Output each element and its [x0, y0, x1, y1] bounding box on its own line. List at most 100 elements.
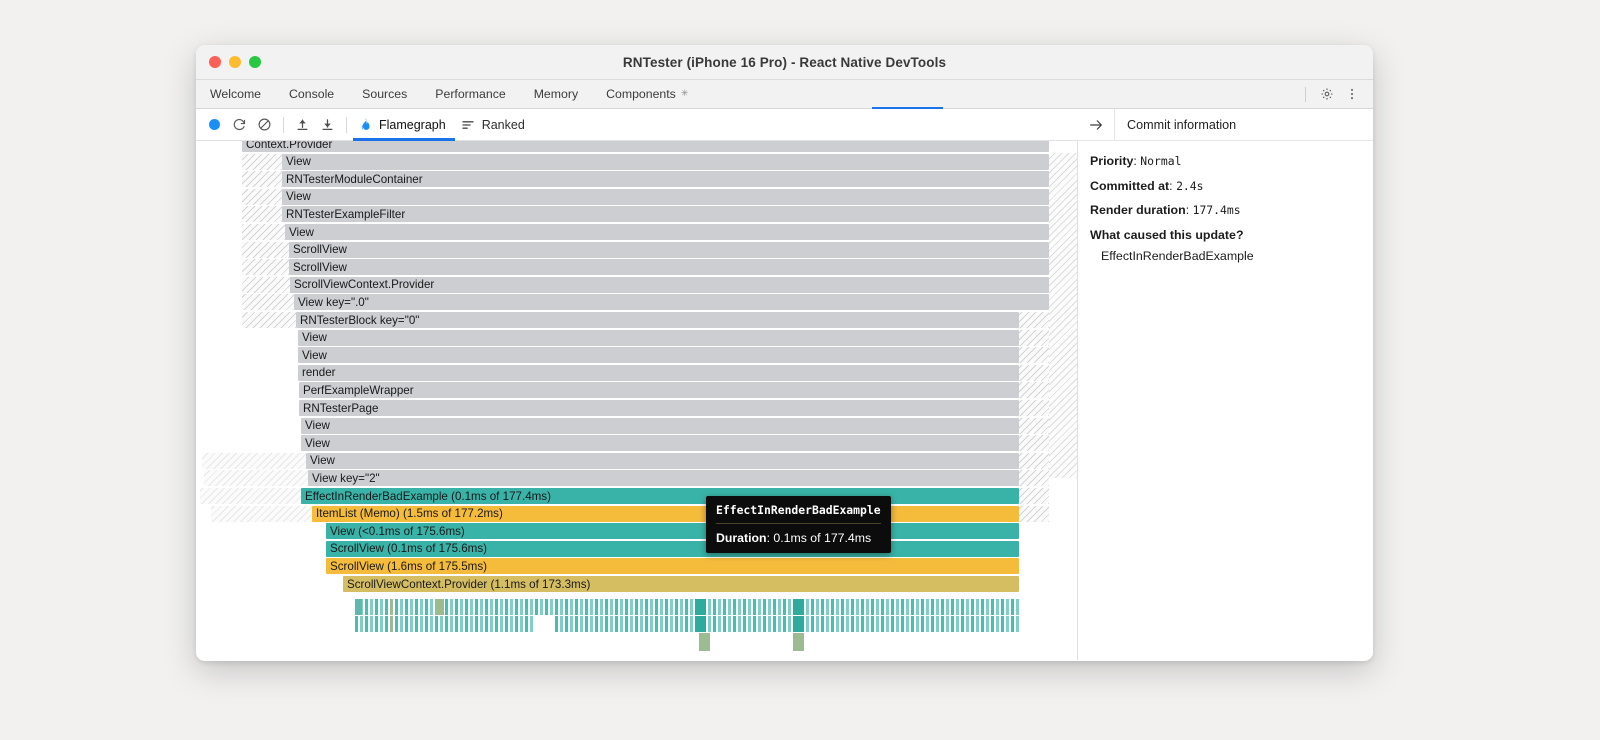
flamegraph-stripe-bar[interactable] [515, 616, 518, 632]
flamegraph-stripe-bar[interactable] [743, 616, 746, 632]
flamegraph-stripe-bar[interactable] [450, 599, 453, 615]
flamegraph-stripe-bar[interactable] [630, 616, 633, 632]
flamegraph-stripe-bar[interactable] [530, 599, 533, 615]
flamegraph-stripe-bar[interactable] [831, 599, 834, 615]
flamegraph-stripe-bar[interactable] [625, 616, 628, 632]
flamegraph-stripe-bar[interactable] [555, 599, 558, 615]
flamegraph-stripe-bar[interactable] [946, 599, 949, 615]
flamegraph-stripe-bar[interactable] [625, 599, 628, 615]
flamegraph-bar[interactable]: PerfExampleWrapper [299, 382, 1019, 399]
flamegraph-stripe-bar[interactable] [891, 599, 894, 615]
flamegraph-stripe-bar[interactable] [675, 616, 678, 632]
flamegraph-stripe-bar[interactable] [699, 633, 710, 651]
flamegraph-stripe-bar[interactable] [600, 616, 603, 632]
flamegraph-stripe-bar[interactable] [650, 616, 653, 632]
flamegraph-stripe-bar[interactable] [1001, 616, 1004, 632]
flamegraph-stripe-bar[interactable] [530, 616, 533, 632]
flamegraph-stripe-bar[interactable] [886, 616, 889, 632]
flamegraph-stripe-bar[interactable] [620, 599, 623, 615]
flamegraph-stripe-bar[interactable] [490, 599, 493, 615]
flamegraph-stripe-bar[interactable] [911, 616, 914, 632]
tab-components[interactable]: Components ✳ [592, 80, 702, 108]
flamegraph-stripe-bar[interactable] [946, 616, 949, 632]
flamegraph-stripe-bar[interactable] [871, 616, 874, 632]
flamegraph-stripe-bar[interactable] [886, 599, 889, 615]
flamegraph-stripe-bar[interactable] [748, 616, 751, 632]
flamegraph-stripe-bar[interactable] [831, 616, 834, 632]
flamegraph-bar[interactable]: View [298, 329, 1019, 346]
flamegraph-stripe-bar[interactable] [450, 616, 453, 632]
update-cause-item[interactable]: EffectInRenderBadExample [1090, 249, 1373, 263]
reload-and-profile-button[interactable] [227, 112, 252, 137]
load-profile-button[interactable] [290, 112, 315, 137]
flamegraph-stripe-bar[interactable] [365, 599, 368, 615]
flamegraph-stripe-bar[interactable] [728, 616, 731, 632]
flamegraph-stripe-bar[interactable] [821, 599, 824, 615]
flamegraph-stripe-bar[interactable] [793, 633, 804, 651]
flamegraph-stripe-bar[interactable] [793, 616, 804, 632]
flamegraph-stripe-bar[interactable] [861, 616, 864, 632]
flamegraph-stripe-bar[interactable] [520, 616, 523, 632]
flamegraph-stripe-bar[interactable] [390, 599, 393, 615]
flamegraph-stripe-bar[interactable] [395, 599, 398, 615]
flamegraph-stripe-bar[interactable] [921, 616, 924, 632]
flamegraph-stripe-bar[interactable] [385, 599, 388, 615]
flamegraph-stripe-bar[interactable] [565, 599, 568, 615]
flamegraph-stripe-bar[interactable] [375, 616, 378, 632]
flamegraph-stripe-bar[interactable] [901, 616, 904, 632]
flamegraph-stripe-bar[interactable] [480, 616, 483, 632]
flamegraph-stripe-bar[interactable] [826, 599, 829, 615]
flamegraph-stripe-bar[interactable] [768, 616, 771, 632]
flamegraph-stripe-bar[interactable] [966, 599, 969, 615]
flamegraph-stripe-bar[interactable] [821, 616, 824, 632]
view-tab-flamegraph[interactable]: Flamegraph [353, 109, 455, 141]
arrow-right-icon[interactable] [1078, 109, 1115, 140]
flamegraph-stripe-bar[interactable] [590, 616, 593, 632]
more-vertical-icon[interactable] [1341, 83, 1363, 105]
flamegraph-stripe-bar[interactable] [728, 599, 731, 615]
flamegraph-stripe-bar[interactable] [380, 599, 383, 615]
flamegraph-bar[interactable]: View [298, 347, 1019, 364]
flamegraph-stripe-bar[interactable] [510, 599, 513, 615]
flamegraph-bar[interactable]: EffectInRenderBadExample (0.1ms of 177.4… [301, 488, 1019, 504]
flamegraph-stripe-bar[interactable] [718, 599, 721, 615]
flamegraph-stripe-bar[interactable] [655, 599, 658, 615]
flamegraph-stripe-bar[interactable] [395, 616, 398, 632]
flamegraph-stripe-bar[interactable] [630, 599, 633, 615]
flamegraph-stripe-bar[interactable] [435, 616, 438, 632]
flamegraph-stripe-bar[interactable] [753, 599, 756, 615]
flamegraph-stripe-bar[interactable] [896, 599, 899, 615]
flamegraph-stripe-bar[interactable] [635, 599, 638, 615]
flamegraph-stripe-bar[interactable] [410, 616, 413, 632]
flamegraph-stripe-bar[interactable] [460, 599, 463, 615]
flamegraph-stripe-bar[interactable] [670, 599, 673, 615]
flamegraph-stripe-bar[interactable] [1001, 599, 1004, 615]
flamegraph-stripe-bar[interactable] [826, 616, 829, 632]
flamegraph-stripe-bar[interactable] [360, 616, 363, 632]
flamegraph-stripe-bar[interactable] [370, 599, 373, 615]
flamegraph-stripe-bar[interactable] [430, 599, 433, 615]
flamegraph-stripe-bar[interactable] [866, 616, 869, 632]
flamegraph-stripe-bar[interactable] [515, 599, 518, 615]
flamegraph-stripe-bar[interactable] [916, 599, 919, 615]
flamegraph-stripe-bar[interactable] [685, 599, 688, 615]
flamegraph-stripe-bar[interactable] [425, 616, 428, 632]
flamegraph-stripe-bar[interactable] [355, 599, 362, 615]
flamegraph-stripe-bar[interactable] [505, 616, 508, 632]
flamegraph-stripe-bar[interactable] [718, 616, 721, 632]
flamegraph-stripe-bar[interactable] [836, 616, 839, 632]
flamegraph-stripe-bar[interactable] [916, 616, 919, 632]
flamegraph-stripe-bar[interactable] [465, 599, 468, 615]
flamegraph-pane[interactable]: Context.Provider View RNTesterModuleContai… [196, 141, 1077, 660]
flamegraph-stripe-bar[interactable] [1011, 616, 1014, 632]
flamegraph-stripe-bar[interactable] [595, 599, 598, 615]
flamegraph-stripe-bar[interactable] [991, 599, 994, 615]
flamegraph-stripe-bar[interactable] [485, 616, 488, 632]
flamegraph-stripe-bar[interactable] [415, 616, 418, 632]
flamegraph-stripe-bar[interactable] [763, 599, 766, 615]
flamegraph-stripe-bar[interactable] [793, 599, 804, 615]
flamegraph-stripe-bar[interactable] [555, 616, 558, 632]
flamegraph-stripe-bar[interactable] [1011, 599, 1014, 615]
flamegraph-stripe-bar[interactable] [713, 599, 716, 615]
flamegraph-stripe-bar[interactable] [400, 616, 403, 632]
